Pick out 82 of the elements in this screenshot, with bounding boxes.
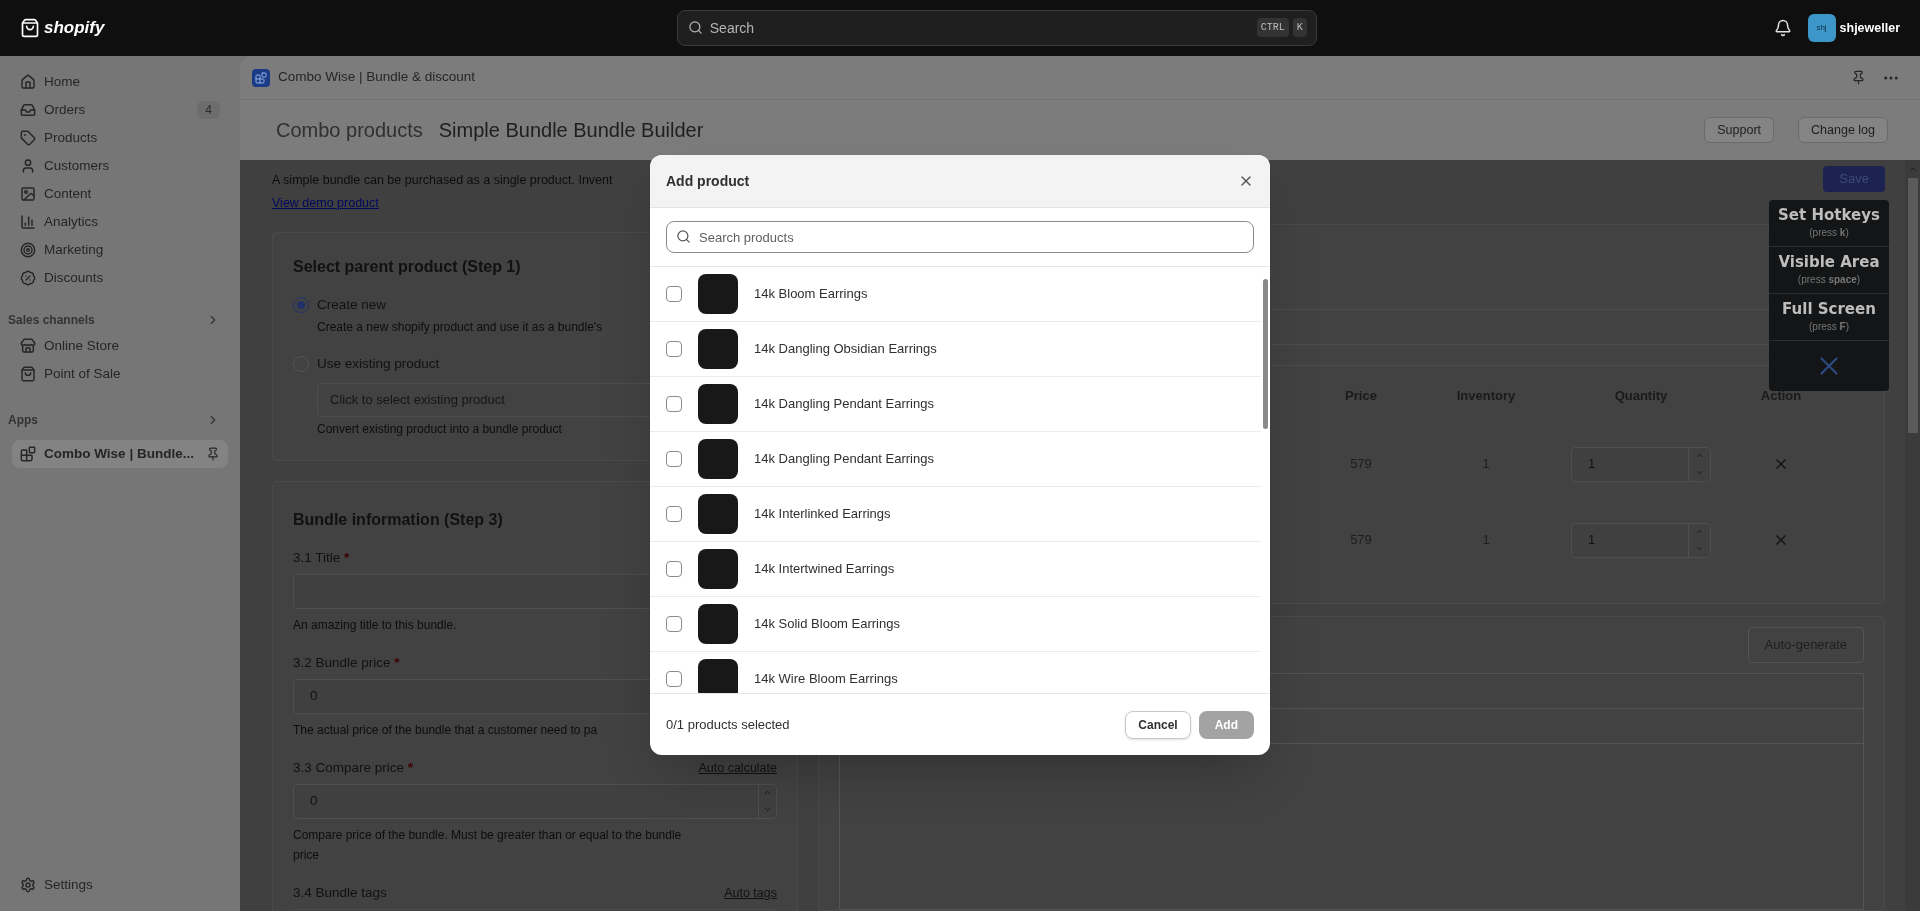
checkbox[interactable] xyxy=(666,451,682,467)
checkbox[interactable] xyxy=(666,396,682,412)
product-name: 14k Bloom Earrings xyxy=(754,285,868,304)
sidebar-item[interactable]: Point of Sale xyxy=(12,360,228,388)
sidebar-item[interactable]: Products xyxy=(12,124,228,152)
inbox-icon xyxy=(20,102,36,118)
tag-icon xyxy=(20,130,36,146)
sidebar-item[interactable]: Combo Wise | Bundle... xyxy=(12,440,228,468)
checkbox[interactable] xyxy=(666,561,682,577)
count-badge: 4 xyxy=(197,101,220,119)
header-button[interactable]: Change log xyxy=(1798,117,1888,143)
logo-text[interactable]: shopify xyxy=(44,15,105,41)
checkbox[interactable] xyxy=(666,286,682,302)
sidebar-item[interactable]: Marketing xyxy=(12,236,228,264)
section-title: Apps xyxy=(8,412,38,429)
store-name[interactable]: shjeweller xyxy=(1839,18,1900,38)
page-title: Simple Bundle Bundle Builder xyxy=(438,118,704,143)
selection-count: 0/1 products selected xyxy=(666,715,790,734)
app-logo-icon xyxy=(252,68,270,87)
section-title: Sales channels xyxy=(8,312,95,329)
product-row[interactable]: 14k Dangling Pendant Earrings xyxy=(650,377,1261,432)
checkbox[interactable] xyxy=(666,341,682,357)
sidebar-item[interactable]: Orders 4 xyxy=(12,96,228,124)
checkbox[interactable] xyxy=(666,616,682,632)
sidebar-item[interactable]: Home xyxy=(12,68,228,96)
product-photo xyxy=(698,439,738,479)
search-icon xyxy=(687,20,703,35)
search-icon xyxy=(676,229,691,244)
avatar[interactable]: shj xyxy=(1807,14,1836,42)
product-name: 14k Dangling Pendant Earrings xyxy=(754,450,934,469)
product-photo xyxy=(698,274,738,314)
product-row[interactable]: 14k Intertwined Earrings xyxy=(650,542,1261,597)
checkbox[interactable] xyxy=(666,506,682,522)
app-title: Combo Wise | Bundle & discount xyxy=(278,68,476,87)
dialog-title: Add product xyxy=(666,171,750,191)
product-row[interactable]: 14k Bloom Earrings xyxy=(650,267,1261,322)
scrollbar[interactable] xyxy=(1905,160,1920,911)
bell-icon[interactable] xyxy=(1773,19,1792,37)
hotkey-item[interactable]: Set Hotkeys (press k) xyxy=(1769,200,1889,247)
product-photo xyxy=(698,604,738,644)
settings-icon xyxy=(20,877,36,893)
product-photo xyxy=(698,549,738,589)
hotkey-item[interactable]: Visible Area (press space) xyxy=(1769,247,1889,294)
shopping-bag-icon xyxy=(20,18,40,38)
pin-icon[interactable] xyxy=(206,447,220,461)
store-icon xyxy=(20,338,36,354)
scroll-up-icon[interactable] xyxy=(1907,164,1918,174)
home-icon xyxy=(20,74,36,90)
cancel-button[interactable]: Cancel xyxy=(1125,710,1191,739)
app-icon xyxy=(20,446,36,462)
sidebar-item[interactable]: Settings xyxy=(12,871,228,899)
product-name: 14k Solid Bloom Earrings xyxy=(754,615,900,634)
product-photo xyxy=(698,659,738,693)
header-button[interactable]: Support xyxy=(1704,117,1775,143)
product-row[interactable]: 14k Interlinked Earrings xyxy=(650,487,1261,542)
sidebar-item[interactable]: Online Store xyxy=(12,332,228,360)
sidebar-item[interactable]: Customers xyxy=(12,152,228,180)
breadcrumb[interactable]: Combo products xyxy=(276,115,423,145)
person-icon xyxy=(20,158,36,174)
sidebar-item[interactable]: Discounts xyxy=(12,264,228,292)
bag-icon xyxy=(20,366,36,382)
product-name: 14k Intertwined Earrings xyxy=(754,560,895,579)
checkbox[interactable] xyxy=(666,671,682,687)
product-row[interactable]: 14k Solid Bloom Earrings xyxy=(650,597,1261,652)
product-photo xyxy=(698,494,738,534)
percent-badge-icon xyxy=(20,270,36,286)
search-field[interactable]: Search products xyxy=(666,221,1254,253)
product-name: 14k Interlinked Earrings xyxy=(754,505,891,524)
hotkey-item[interactable]: Full Screen (press F) xyxy=(1769,294,1889,341)
image-icon xyxy=(20,186,36,202)
product-row[interactable]: 14k Dangling Pendant Earrings xyxy=(650,432,1261,487)
product-name: 14k Dangling Obsidian Earrings xyxy=(754,340,937,359)
product-row[interactable]: 14k Dangling Obsidian Earrings xyxy=(650,322,1261,377)
target-icon xyxy=(20,242,36,258)
scroll-thumb[interactable] xyxy=(1907,178,1918,433)
product-photo xyxy=(698,329,738,369)
sidebar-item[interactable]: Analytics xyxy=(12,208,228,236)
bar-chart-icon xyxy=(20,214,36,230)
sidebar-item[interactable]: Content xyxy=(12,180,228,208)
pin-icon[interactable] xyxy=(1851,70,1866,85)
product-photo xyxy=(698,384,738,424)
shortcut-key: CTRL xyxy=(1256,18,1289,37)
